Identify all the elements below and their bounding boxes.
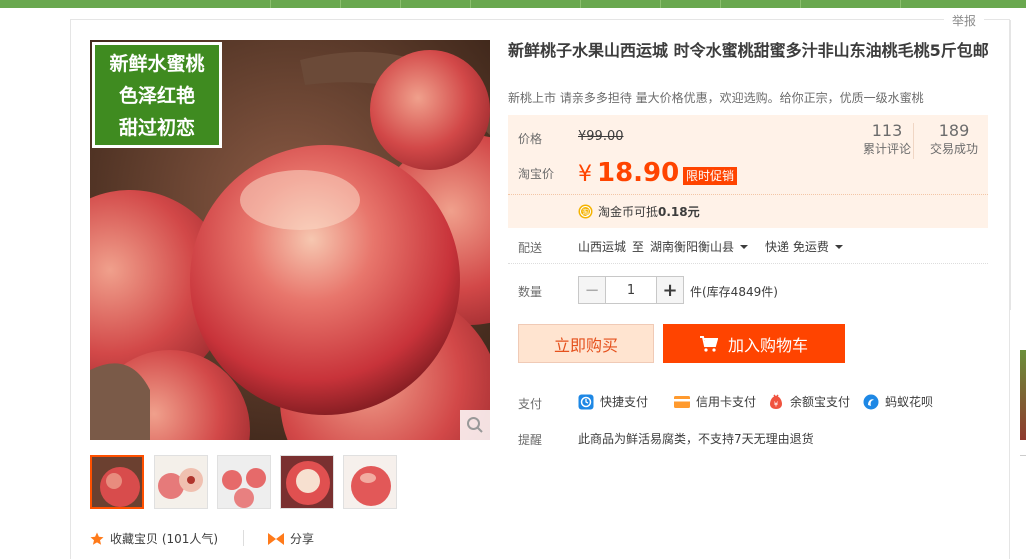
share-label: 分享 xyxy=(290,532,315,546)
quick-pay-icon xyxy=(578,394,594,409)
decrease-button[interactable]: − xyxy=(578,276,606,304)
price-panel: 价格 ¥99.00 淘宝价 ¥ 18.90 限时促销 113 累计评论 189 … xyxy=(508,115,988,228)
overlay-line: 色泽红艳 xyxy=(118,85,195,107)
main-product-image[interactable]: 新鲜水蜜桃 色泽红艳 甜过初恋 xyxy=(90,40,490,440)
quantity-label: 数量 xyxy=(518,285,543,299)
thumbnail[interactable] xyxy=(90,455,144,509)
courier-select[interactable]: 快递 免运费 xyxy=(765,238,843,255)
divider xyxy=(508,263,988,264)
thumbnail[interactable] xyxy=(154,455,208,509)
current-price: 18.90 xyxy=(597,158,680,188)
thumbnail[interactable] xyxy=(343,455,397,509)
payment-yuebao[interactable]: ¥ 余额宝支付 xyxy=(768,393,850,410)
thumbnail[interactable] xyxy=(280,455,334,509)
payment-huabei[interactable]: 蚂蚁花呗 xyxy=(863,393,933,410)
overlay-line: 新鲜水蜜桃 xyxy=(109,53,205,75)
stat-label: 累计评论 xyxy=(862,142,911,156)
payment-quick[interactable]: 快捷支付 xyxy=(578,393,648,410)
shipping-label: 配送 xyxy=(518,241,543,255)
ship-destination-select[interactable]: 湖南衡阳衡山县 xyxy=(650,238,749,255)
coin-text: 淘金币可抵 xyxy=(598,205,659,219)
share-link[interactable]: 分享 xyxy=(268,530,314,547)
overlay-line: 甜过初恋 xyxy=(118,117,195,139)
quantity-stepper: − 1 + xyxy=(578,276,684,304)
promo-overlay: 新鲜水蜜桃 色泽红艳 甜过初恋 xyxy=(92,42,222,148)
payment-method-label: 余额宝支付 xyxy=(790,395,851,409)
thumbnail[interactable] xyxy=(217,455,271,509)
yuebao-icon: ¥ xyxy=(770,394,782,409)
stat-reviews[interactable]: 113 累计评论 xyxy=(858,122,916,157)
favorite-label: 收藏宝贝 (101人气) xyxy=(110,532,219,546)
chevron-down-icon xyxy=(740,244,749,249)
favorite-link[interactable]: 收藏宝贝 (101人气) xyxy=(90,530,218,547)
share-icon xyxy=(268,532,284,545)
product-title: 新鲜桃子水果山西运城 时令水蜜桃甜蜜多汁非山东油桃毛桃5斤包邮 xyxy=(508,41,989,60)
payment-method-label: 信用卡支付 xyxy=(696,395,757,409)
sidebar-thumbnail[interactable] xyxy=(1020,350,1026,440)
product-subtitle: 新桃上市 请亲多多担待 量大价格优惠，欢迎选购。给你正宗，优质一级水蜜桃 xyxy=(508,91,924,105)
svg-text:淘: 淘 xyxy=(582,208,589,217)
ship-origin: 山西运城 xyxy=(578,240,627,254)
taojinbi-info: 淘 淘金币可抵0.18元 xyxy=(578,203,700,220)
notice-label: 提醒 xyxy=(518,433,543,447)
currency-symbol: ¥ xyxy=(578,162,592,187)
quantity-input[interactable]: 1 xyxy=(606,276,656,304)
ship-from: 山西运城 至 xyxy=(578,238,644,255)
add-to-cart-label: 加入购物车 xyxy=(727,335,808,355)
stat-value: 189 xyxy=(938,121,970,140)
buy-now-label: 立即购买 xyxy=(553,335,618,355)
magnifier-icon xyxy=(467,417,483,433)
payment-label: 支付 xyxy=(518,397,543,411)
price-label: 价格 xyxy=(518,132,543,146)
divider xyxy=(1020,455,1026,456)
buy-now-button[interactable]: 立即购买 xyxy=(518,324,654,363)
increase-button[interactable]: + xyxy=(656,276,684,304)
payment-credit-card[interactable]: 信用卡支付 xyxy=(674,393,756,410)
add-to-cart-button[interactable]: 加入购物车 xyxy=(663,324,845,363)
coin-icon: 淘 xyxy=(578,204,593,219)
chevron-down-icon xyxy=(834,244,843,249)
payment-method-label: 蚂蚁花呗 xyxy=(885,395,934,409)
top-nav-bar xyxy=(0,0,1026,8)
zoom-button[interactable] xyxy=(460,410,490,440)
svg-text:¥: ¥ xyxy=(774,400,779,408)
ship-destination: 湖南衡阳衡山县 xyxy=(650,240,735,254)
divider xyxy=(913,123,914,159)
ship-to-word: 至 xyxy=(632,240,645,254)
huabei-icon xyxy=(863,394,879,409)
stat-label: 交易成功 xyxy=(929,142,978,156)
right-sidebar xyxy=(1010,20,1026,310)
report-link[interactable]: 举报 xyxy=(944,12,985,29)
coin-amount: 0.18元 xyxy=(658,205,700,219)
notice-text: 此商品为鲜活易腐类，不支持7天无理由退货 xyxy=(578,432,814,446)
divider xyxy=(243,530,244,546)
star-icon xyxy=(90,532,104,545)
courier-label: 快递 免运费 xyxy=(765,240,829,254)
credit-card-icon xyxy=(674,395,690,408)
cart-icon xyxy=(699,335,718,352)
promo-badge: 限时促销 xyxy=(683,167,738,185)
stat-value: 113 xyxy=(871,121,903,140)
original-price: ¥99.00 xyxy=(578,129,624,144)
divider xyxy=(508,194,988,195)
payment-method-label: 快捷支付 xyxy=(600,395,649,409)
stock-info: 件(库存4849件) xyxy=(690,285,778,299)
stat-transactions[interactable]: 189 交易成功 xyxy=(926,122,982,157)
taobao-price-label: 淘宝价 xyxy=(518,167,555,181)
